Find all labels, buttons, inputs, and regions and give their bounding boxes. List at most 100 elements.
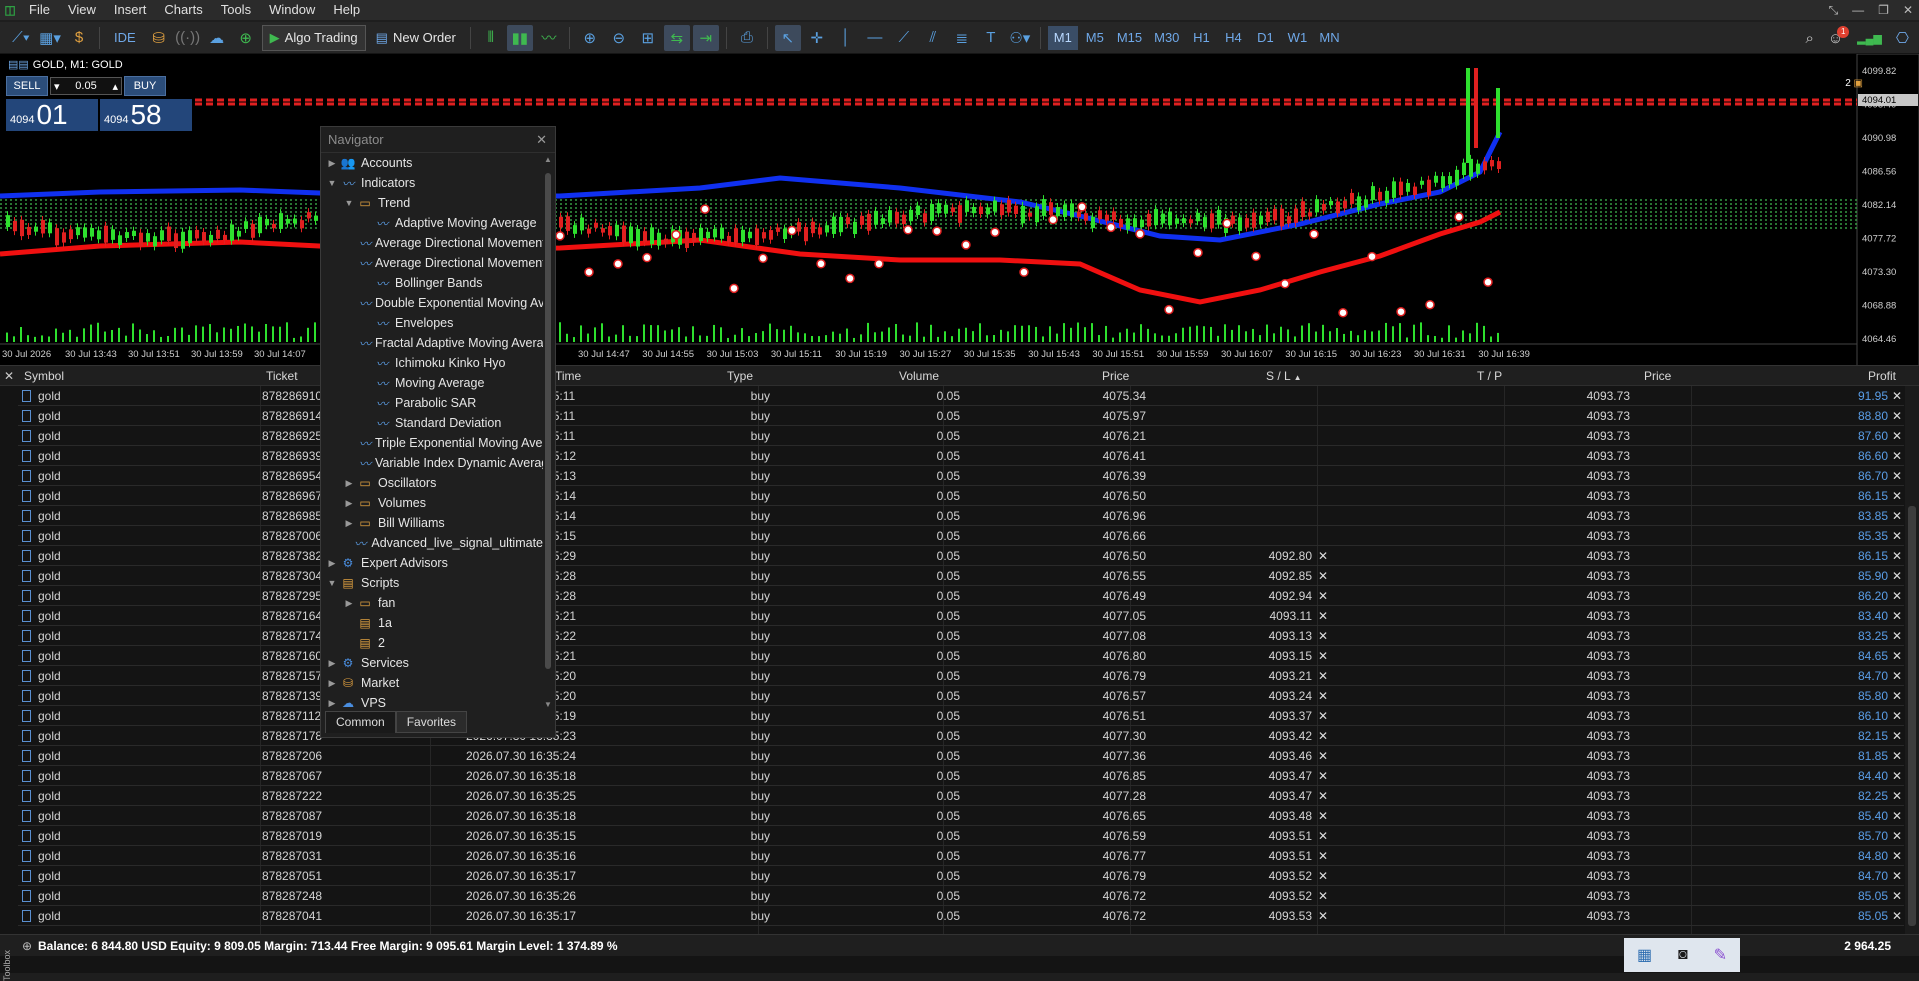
table-row[interactable]: gold 878287051 2026.07.30 16:35:17 buy 0.05 4… [18, 866, 1904, 886]
close-position-icon[interactable]: ✕ [1892, 446, 1902, 466]
table-row[interactable]: gold8782872952026.07.30 16:35:28buy0.054… [18, 586, 1904, 606]
scroll-up-icon[interactable]: ▲ [544, 155, 552, 164]
sl-cell[interactable]: 4093.15 [1254, 646, 1312, 666]
col-tp[interactable]: T / P [1477, 366, 1502, 386]
remove-sl-icon[interactable]: ✕ [1318, 606, 1328, 626]
table-row[interactable]: gold8782871642026.07.30 16:35:21buy0.054… [18, 606, 1904, 626]
navigator-scrollbar[interactable]: ▲ ▼ [543, 155, 553, 709]
navigator-item[interactable]: 〰 Adaptive Moving Average [321, 213, 543, 233]
candlestick-icon[interactable]: ▮▮ [506, 24, 533, 51]
chevron-down-icon[interactable]: ▼ [325, 578, 339, 588]
new-order-button[interactable]: ▤ New Order [369, 25, 463, 51]
sl-cell[interactable]: 4093.37 [1254, 706, 1312, 726]
close-position-icon[interactable]: ✕ [1892, 386, 1902, 406]
table-row[interactable]: gold8782869542026.07.30 16:35:13buy0.054… [18, 466, 1904, 486]
new-chart-icon[interactable]: ▦▾ [37, 25, 63, 51]
sl-cell[interactable]: 4093.52 [1254, 866, 1312, 886]
calculator-icon[interactable]: ▦ [1637, 945, 1652, 965]
navigator-scroll-thumb[interactable] [545, 173, 551, 669]
lot-size-input[interactable]: ▾ 0.05 ▴ [50, 77, 122, 95]
table-row[interactable]: gold 878287222 2026.07.30 16:35:25 buy 0.05 4… [18, 786, 1904, 806]
sl-cell[interactable]: 4093.53 [1254, 906, 1312, 926]
chart-type-icon[interactable]: ⟋▾ [8, 25, 34, 51]
table-row[interactable]: gold8782869392026.07.30 16:35:12buy0.054… [18, 446, 1904, 466]
close-button[interactable]: ✕ [1903, 0, 1913, 20]
menu-help[interactable]: Help [324, 0, 369, 20]
buy-button[interactable]: BUY [124, 76, 166, 96]
chevron-right-icon[interactable]: ▶ [342, 518, 356, 529]
remove-sl-icon[interactable]: ✕ [1318, 806, 1328, 826]
crosshair-icon[interactable]: ✛ [804, 25, 830, 51]
timeframe-w1[interactable]: W1 [1282, 26, 1312, 50]
menu-tools[interactable]: Tools [212, 0, 260, 20]
tab-favorites[interactable]: Favorites [395, 711, 468, 733]
screenshot-icon[interactable]: ⎙ [734, 25, 760, 51]
chevron-right-icon[interactable]: ▶ [325, 658, 339, 669]
lot-up-icon[interactable]: ▴ [112, 80, 118, 93]
table-row[interactable]: gold 878287031 2026.07.30 16:35:16 buy 0.05 4… [18, 846, 1904, 866]
col-current-price[interactable]: Price [1644, 366, 1671, 386]
close-position-icon[interactable]: ✕ [1892, 506, 1902, 526]
sl-cell[interactable]: 4092.80 [1254, 546, 1312, 566]
close-position-icon[interactable]: ✕ [1892, 606, 1902, 626]
remove-sl-icon[interactable]: ✕ [1318, 746, 1328, 766]
profile-icon[interactable]: ⎔ [1896, 29, 1909, 47]
sell-button[interactable]: SELL [6, 76, 48, 96]
remove-sl-icon[interactable]: ✕ [1318, 646, 1328, 666]
navigator-item[interactable]: ▶ ▭ Oscillators [321, 473, 543, 493]
remove-sl-icon[interactable]: ✕ [1318, 886, 1328, 906]
close-position-icon[interactable]: ✕ [1892, 566, 1902, 586]
table-row[interactable]: gold8782869252026.07.30 16:35:11buy0.054… [18, 426, 1904, 446]
remove-sl-icon[interactable]: ✕ [1318, 586, 1328, 606]
navigator-item[interactable]: 〰 Moving Average [321, 373, 543, 393]
sl-cell[interactable]: 4093.46 [1254, 746, 1312, 766]
close-position-icon[interactable]: ✕ [1892, 806, 1902, 826]
shapes-icon[interactable]: ⚇▾ [1007, 25, 1033, 51]
vps-icon[interactable]: ⊕ [233, 25, 259, 51]
pin-icon[interactable]: ⤡ [1829, 0, 1839, 20]
navigator-item[interactable]: 〰 Advanced_live_signal_ultimate [321, 533, 543, 553]
chart-canvas[interactable]: 4099.824095.404090.984086.564082.144077.… [0, 54, 1919, 366]
close-position-icon[interactable]: ✕ [1892, 406, 1902, 426]
menu-window[interactable]: Window [260, 0, 324, 20]
sl-cell[interactable]: 4093.24 [1254, 686, 1312, 706]
navigator-item[interactable]: 〰 Variable Index Dynamic Average [321, 453, 543, 473]
close-position-icon[interactable]: ✕ [1892, 526, 1902, 546]
scroll-down-icon[interactable]: ▼ [544, 700, 552, 709]
timeframe-m15[interactable]: M15 [1112, 26, 1147, 50]
timeframe-m5[interactable]: M5 [1080, 26, 1110, 50]
navigator-item[interactable]: 〰 Envelopes [321, 313, 543, 333]
timeframe-m30[interactable]: M30 [1149, 26, 1184, 50]
timeframe-h4[interactable]: H4 [1218, 26, 1248, 50]
fibonacci-icon[interactable]: ≣ [949, 25, 975, 51]
remove-sl-icon[interactable]: ✕ [1318, 566, 1328, 586]
navigator-item[interactable]: ▼ 〰 Indicators [321, 173, 543, 193]
close-position-icon[interactable]: ✕ [1892, 706, 1902, 726]
close-position-icon[interactable]: ✕ [1892, 746, 1902, 766]
toolbox-scroll-thumb[interactable] [1908, 506, 1916, 926]
navigator-item[interactable]: ▤ 2 [321, 633, 543, 653]
col-time[interactable]: Time [555, 366, 581, 386]
remove-sl-icon[interactable]: ✕ [1318, 546, 1328, 566]
menu-view[interactable]: View [59, 0, 105, 20]
horizontal-line-icon[interactable]: — [862, 25, 888, 51]
table-row[interactable]: gold8782871742026.07.30 16:35:22buy0.054… [18, 626, 1904, 646]
col-profit[interactable]: Profit [1868, 366, 1896, 386]
ide-button[interactable]: IDE [107, 25, 143, 51]
sl-cell[interactable]: 4092.94 [1254, 586, 1312, 606]
navigator-item[interactable]: 〰Average Directional Movement Index Wild… [321, 253, 543, 273]
remove-sl-icon[interactable]: ✕ [1318, 686, 1328, 706]
line-chart-icon[interactable]: 〰 [536, 25, 562, 51]
table-row[interactable]: gold 878287087 2026.07.30 16:35:18 buy 0.05 4… [18, 806, 1904, 826]
navigator-item[interactable]: 〰Triple Exponential Moving Average [321, 433, 543, 453]
trendline-icon[interactable]: ⟋ [891, 25, 917, 51]
navigator-item[interactable]: 〰 Bollinger Bands [321, 273, 543, 293]
sl-cell[interactable]: 4093.11 [1254, 606, 1313, 626]
table-row[interactable]: gold8782869852026.07.30 16:35:14buy0.054… [18, 506, 1904, 526]
chevron-right-icon[interactable]: ▶ [325, 678, 339, 689]
navigator-item[interactable]: 〰Average Directional Movement Index [321, 233, 543, 253]
navigator-item[interactable]: 〰 Ichimoku Kinko Hyo [321, 353, 543, 373]
table-row[interactable]: gold 878287019 2026.07.30 16:35:15 buy 0.05 4… [18, 826, 1904, 846]
remove-sl-icon[interactable]: ✕ [1318, 666, 1328, 686]
table-row[interactable]: gold 878287248 2026.07.30 16:35:26 buy 0.05 4… [18, 886, 1904, 906]
